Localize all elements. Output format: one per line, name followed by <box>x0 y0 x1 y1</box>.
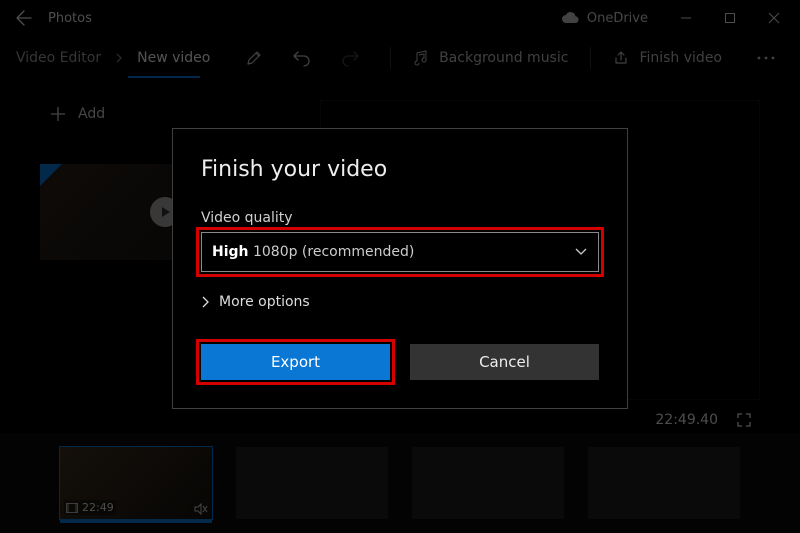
cancel-button-label: Cancel <box>479 353 530 371</box>
export-button[interactable]: Export <box>201 344 390 380</box>
video-quality-label: Video quality <box>201 210 599 226</box>
video-quality-value: High 1080p (recommended) <box>212 244 414 260</box>
dialog-title: Finish your video <box>201 157 599 182</box>
chevron-down-icon <box>574 247 588 257</box>
modal-overlay: Finish your video Video quality High 108… <box>0 0 800 533</box>
cancel-button[interactable]: Cancel <box>410 344 599 380</box>
more-options-toggle[interactable]: More options <box>201 294 599 310</box>
export-button-label: Export <box>271 353 320 371</box>
finish-video-dialog: Finish your video Video quality High 108… <box>172 128 628 409</box>
chevron-right-icon <box>201 296 209 308</box>
more-options-label: More options <box>219 294 310 310</box>
video-quality-dropdown[interactable]: High 1080p (recommended) <box>201 232 599 272</box>
